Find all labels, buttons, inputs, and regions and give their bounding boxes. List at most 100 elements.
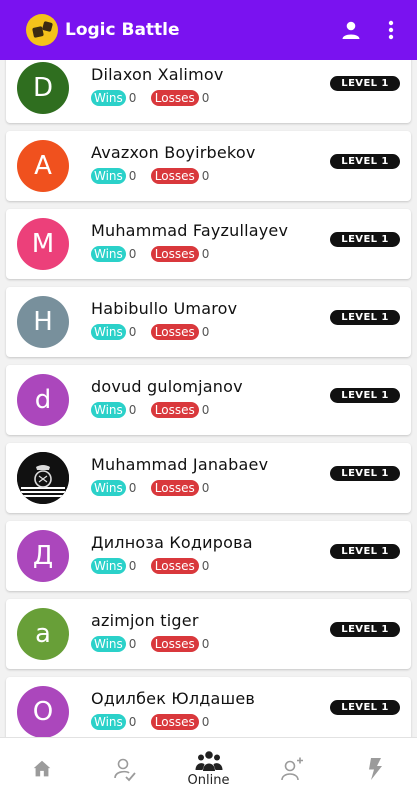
user-check-icon bbox=[114, 758, 136, 782]
user-plus-icon bbox=[281, 757, 303, 781]
dice-logo-icon bbox=[26, 14, 58, 46]
player-stats: Wins 0 Losses 0 bbox=[91, 558, 209, 574]
player-name: Habibullo Umarov bbox=[91, 299, 238, 318]
club-logo-icon bbox=[17, 452, 69, 504]
player-stats: Wins 0 Losses 0 bbox=[91, 168, 209, 184]
losses-count: 0 bbox=[201, 637, 210, 651]
level-badge: LEVEL 1 bbox=[330, 544, 400, 559]
app-title: Logic Battle bbox=[65, 20, 180, 40]
player-stats: Wins 0 Losses 0 bbox=[91, 636, 209, 652]
level-badge: LEVEL 1 bbox=[330, 76, 400, 91]
player-name: dovud gulomjanov bbox=[91, 377, 243, 396]
player-card[interactable]: О Одилбек Юлдашев Wins 0 Losses 0 LEVEL … bbox=[6, 677, 411, 737]
losses-count: 0 bbox=[201, 247, 210, 261]
player-card[interactable]: A Avazxon Boyirbekov Wins 0 Losses 0 LEV… bbox=[6, 131, 411, 201]
wins-count: 0 bbox=[128, 403, 137, 417]
losses-badge: Losses bbox=[150, 168, 199, 184]
player-stats: Wins 0 Losses 0 bbox=[91, 714, 209, 730]
losses-count: 0 bbox=[201, 559, 210, 573]
level-badge: LEVEL 1 bbox=[330, 310, 400, 325]
avatar: A bbox=[17, 140, 69, 192]
player-name: azimjon tiger bbox=[91, 611, 199, 630]
nav-friends[interactable] bbox=[83, 738, 166, 800]
player-stats: Wins 0 Losses 0 bbox=[91, 324, 209, 340]
player-name: Muhammad Janabaev bbox=[91, 455, 269, 474]
losses-badge: Losses bbox=[150, 714, 199, 730]
losses-count: 0 bbox=[201, 91, 210, 105]
player-name: Avazxon Boyirbekov bbox=[91, 143, 256, 162]
player-card[interactable]: M Muhammad Fayzullayev Wins 0 Losses 0 L… bbox=[6, 209, 411, 279]
losses-badge: Losses bbox=[150, 90, 199, 106]
losses-count: 0 bbox=[201, 325, 210, 339]
player-name: Одилбек Юлдашев bbox=[91, 689, 256, 708]
player-list[interactable]: D Dilaxon Xalimov Wins 0 Losses 0 LEVEL … bbox=[0, 60, 417, 737]
wins-badge: Wins bbox=[91, 636, 126, 652]
losses-count: 0 bbox=[201, 169, 210, 183]
wins-badge: Wins bbox=[91, 558, 126, 574]
wins-count: 0 bbox=[128, 325, 137, 339]
more-vert-icon bbox=[388, 20, 394, 40]
player-card[interactable]: a azimjon tiger Wins 0 Losses 0 LEVEL 1 bbox=[6, 599, 411, 669]
level-badge: LEVEL 1 bbox=[330, 388, 400, 403]
player-card[interactable]: Д Дилноза Кодирова Wins 0 Losses 0 LEVEL… bbox=[6, 521, 411, 591]
player-stats: Wins 0 Losses 0 bbox=[91, 246, 209, 262]
more-options-button[interactable] bbox=[381, 12, 401, 48]
wins-badge: Wins bbox=[91, 324, 126, 340]
wins-count: 0 bbox=[128, 247, 137, 261]
wins-count: 0 bbox=[128, 559, 137, 573]
player-card[interactable]: D Dilaxon Xalimov Wins 0 Losses 0 LEVEL … bbox=[6, 60, 411, 123]
nav-online[interactable]: Online bbox=[167, 738, 250, 800]
player-name: Дилноза Кодирова bbox=[91, 533, 253, 552]
level-badge: LEVEL 1 bbox=[330, 466, 400, 481]
wins-count: 0 bbox=[128, 715, 137, 729]
player-card[interactable]: Muhammad Janabaev Wins 0 Losses 0 LEVEL … bbox=[6, 443, 411, 513]
wins-badge: Wins bbox=[91, 714, 126, 730]
app-bar: Logic Battle bbox=[0, 0, 417, 60]
avatar: Д bbox=[17, 530, 69, 582]
wins-badge: Wins bbox=[91, 246, 126, 262]
avatar: D bbox=[17, 62, 69, 114]
player-stats: Wins 0 Losses 0 bbox=[91, 90, 209, 106]
wins-badge: Wins bbox=[91, 402, 126, 418]
wins-badge: Wins bbox=[91, 480, 126, 496]
player-card[interactable]: H Habibullo Umarov Wins 0 Losses 0 LEVEL… bbox=[6, 287, 411, 357]
level-badge: LEVEL 1 bbox=[330, 622, 400, 637]
losses-badge: Losses bbox=[150, 402, 199, 418]
player-name: Dilaxon Xalimov bbox=[91, 65, 224, 84]
nav-battle[interactable] bbox=[334, 738, 417, 800]
player-stats: Wins 0 Losses 0 bbox=[91, 402, 209, 418]
losses-count: 0 bbox=[201, 403, 210, 417]
player-name: Muhammad Fayzullayev bbox=[91, 221, 289, 240]
wins-count: 0 bbox=[128, 169, 137, 183]
level-badge: LEVEL 1 bbox=[330, 232, 400, 247]
lightning-icon bbox=[369, 758, 383, 780]
losses-badge: Losses bbox=[150, 558, 199, 574]
avatar-club-logo bbox=[17, 452, 69, 504]
level-badge: LEVEL 1 bbox=[330, 154, 400, 169]
wins-badge: Wins bbox=[91, 90, 126, 106]
losses-badge: Losses bbox=[150, 636, 199, 652]
group-icon bbox=[195, 751, 223, 771]
nav-home[interactable] bbox=[0, 738, 83, 800]
losses-badge: Losses bbox=[150, 324, 199, 340]
player-stats: Wins 0 Losses 0 bbox=[91, 480, 209, 496]
wins-badge: Wins bbox=[91, 168, 126, 184]
wins-count: 0 bbox=[128, 637, 137, 651]
avatar: d bbox=[17, 374, 69, 426]
avatar: О bbox=[17, 686, 69, 737]
losses-count: 0 bbox=[201, 481, 210, 495]
avatar: a bbox=[17, 608, 69, 660]
nav-online-label: Online bbox=[187, 773, 230, 788]
nav-add-friend[interactable] bbox=[250, 738, 333, 800]
wins-count: 0 bbox=[128, 91, 137, 105]
avatar: H bbox=[17, 296, 69, 348]
bottom-navigation: Online bbox=[0, 737, 417, 800]
losses-badge: Losses bbox=[150, 246, 199, 262]
player-card[interactable]: d dovud gulomjanov Wins 0 Losses 0 LEVEL… bbox=[6, 365, 411, 435]
profile-button[interactable] bbox=[333, 12, 369, 48]
avatar: M bbox=[17, 218, 69, 270]
losses-badge: Losses bbox=[150, 480, 199, 496]
home-icon bbox=[33, 760, 50, 777]
person-icon bbox=[342, 21, 360, 39]
losses-count: 0 bbox=[201, 715, 210, 729]
